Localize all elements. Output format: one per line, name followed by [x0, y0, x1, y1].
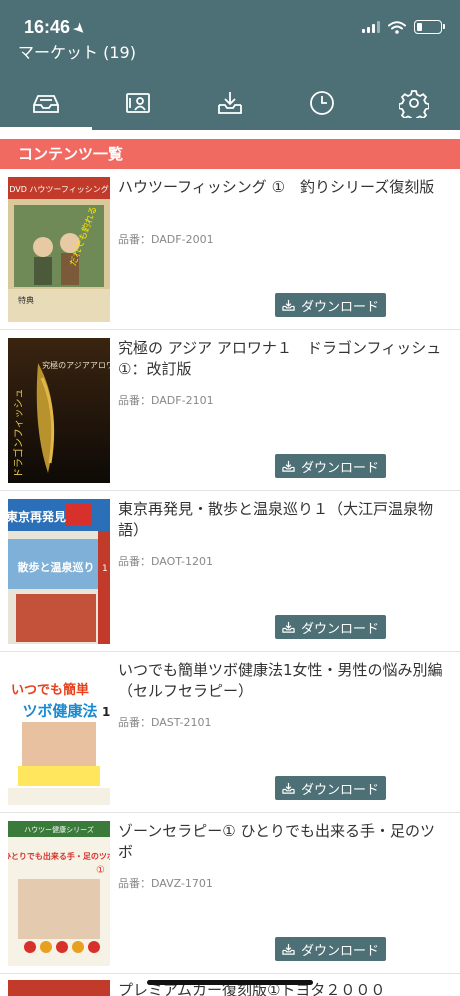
cell-signal-icon — [362, 21, 380, 33]
download-button[interactable]: ダウンロード — [275, 937, 386, 961]
wifi-icon — [388, 20, 406, 34]
cover-sub-text: 1 — [102, 705, 110, 719]
cover-sub-text: 特典 — [18, 295, 34, 305]
cover-top-text: DVD ハウツーフィッシング — [9, 184, 109, 194]
cover-image: いつでも簡単 ツボ健康法 1 — [8, 660, 110, 805]
battery-icon — [414, 20, 445, 34]
tab-market[interactable] — [0, 75, 92, 130]
download-button[interactable]: ダウンロード — [275, 776, 386, 800]
download-button-label: ダウンロード — [300, 943, 379, 959]
page-title: マーケット (19) — [18, 43, 136, 62]
item-title: 究極の アジア アロワナ１ ドラゴンフィッシュ①：改訂版 — [118, 339, 442, 378]
list-item[interactable]: DVD ハウツーフィッシング だれでも釣れる 特典 ハウツーフィッシング ① 釣… — [0, 169, 460, 330]
item-code: 品番：DADF-2001 — [118, 233, 214, 246]
download-icon — [282, 299, 295, 311]
tab-downloads[interactable] — [184, 75, 276, 130]
tab-library[interactable] — [92, 75, 184, 130]
item-code: 品番：DADF-2101 — [118, 394, 214, 407]
item-code: 品番：DAOT-1201 — [118, 555, 213, 568]
cover-main-text: ドラゴンフィッシュ — [12, 389, 25, 479]
item-title: ハウツーフィッシング ① 釣りシリーズ復刻版 — [118, 178, 435, 196]
tab-settings[interactable] — [368, 75, 460, 130]
list-item[interactable]: 東京再発見 散歩と温泉巡り 1 東京再発見・散歩と温泉巡り１（大江戸温泉物語） … — [0, 491, 460, 652]
cover-image: ハウツー健康シリーズ ひとりでも出来る手・足のツボ ① — [8, 821, 110, 966]
app-header: 16:46➤ マーケット (19) — [0, 0, 460, 75]
content-list: DVD ハウツーフィッシング だれでも釣れる 特典 ハウツーフィッシング ① 釣… — [0, 169, 460, 974]
status-time-text: 16:46 — [24, 17, 71, 37]
download-tray-icon — [218, 91, 242, 114]
location-arrow-icon: ➤ — [70, 19, 90, 38]
cover-main-text: ひとりでも出来る手・足のツボ — [8, 851, 110, 861]
inbox-tray-icon — [33, 94, 59, 113]
status-icons — [362, 20, 445, 34]
cover-sub-text: ① — [96, 865, 105, 876]
cover-top-text: 究極のアジアアロワナ — [42, 360, 110, 370]
tab-bar — [0, 75, 460, 130]
cover-image: DVD ハウツーフィッシング だれでも釣れる 特典 — [8, 177, 110, 322]
download-icon — [282, 621, 295, 633]
cover-top-text: 東京再発見 — [8, 509, 66, 524]
download-button-label: ダウンロード — [300, 460, 379, 476]
item-code: 品番：DAVZ-1701 — [118, 877, 213, 890]
download-button-label: ダウンロード — [300, 299, 379, 315]
item-title: いつでも簡単ツボ健康法1女性・男性の悩み別編（セルフセラピー） — [118, 661, 443, 700]
cover-main-text: ツボ健康法 — [22, 702, 97, 720]
portrait-card-icon — [126, 92, 150, 113]
status-time: 16:46➤ — [24, 17, 89, 38]
download-button-label: ダウンロード — [300, 621, 379, 637]
download-icon — [282, 460, 295, 472]
cover-sub-text: 1 — [102, 564, 108, 574]
list-item-partial[interactable]: プレミアムカー復刻版①トヨタ２０００ — [0, 974, 460, 996]
clock-icon — [310, 90, 334, 115]
section-header: コンテンツ一覧 — [0, 139, 460, 169]
download-icon — [282, 943, 295, 955]
cover-top-text: ハウツー健康シリーズ — [24, 825, 94, 834]
download-icon — [282, 782, 295, 794]
download-button[interactable]: ダウンロード — [275, 454, 386, 478]
download-button-label: ダウンロード — [300, 782, 379, 798]
list-item[interactable]: ハウツー健康シリーズ ひとりでも出来る手・足のツボ ① ゾーンセラピー① ひとり… — [0, 813, 460, 974]
cover-main-text: 散歩と温泉巡り — [18, 560, 95, 574]
download-button[interactable]: ダウンロード — [275, 615, 386, 639]
cover-top-text: いつでも簡単 — [11, 682, 89, 698]
list-item[interactable]: いつでも簡単 ツボ健康法 1 いつでも簡単ツボ健康法1女性・男性の悩み別編（セル… — [0, 652, 460, 813]
download-button[interactable]: ダウンロード — [275, 293, 386, 317]
battery-level — [417, 23, 422, 31]
gear-icon — [399, 89, 429, 118]
tab-history[interactable] — [276, 75, 368, 130]
cover-image: 東京再発見 散歩と温泉巡り 1 — [8, 499, 110, 644]
list-item[interactable]: 究極のアジアアロワナ ドラゴンフィッシュ 究極の アジア アロワナ１ ドラゴンフ… — [0, 330, 460, 491]
item-title: 東京再発見・散歩と温泉巡り１（大江戸温泉物語） — [118, 500, 434, 539]
cover-image — [8, 980, 110, 996]
item-title: ゾーンセラピー① ひとりでも出来る手・足のツボ — [118, 822, 436, 861]
cover-image: 究極のアジアアロワナ ドラゴンフィッシュ — [8, 338, 110, 483]
home-indicator[interactable] — [147, 980, 313, 985]
item-code: 品番：DAST-2101 — [118, 716, 212, 729]
